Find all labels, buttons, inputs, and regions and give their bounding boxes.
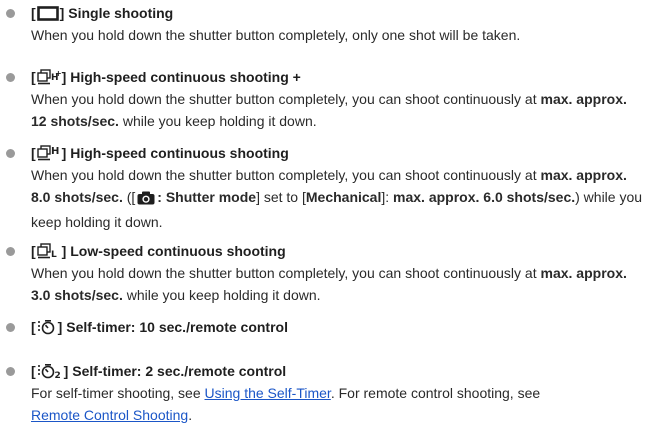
item-description: When you hold down the shutter button co… <box>31 167 643 230</box>
item-description: When you hold down the shutter button co… <box>31 265 627 303</box>
item-title-text: High-speed continuous shooting <box>70 145 289 161</box>
svg-text:H: H <box>51 146 59 157</box>
bullet <box>6 367 15 376</box>
item-description: When you hold down the shutter button co… <box>31 91 627 129</box>
item-title-text: High-speed continuous shooting + <box>70 69 301 85</box>
item-title: [] Self-timer: 10 sec./remote control <box>31 316 288 341</box>
item-title-text: Single shooting <box>68 5 174 21</box>
item-title-text: Self-timer: 10 sec./remote control <box>66 319 288 335</box>
link-remote-control-shooting[interactable]: Remote Control Shooting <box>31 407 188 423</box>
bullet <box>6 149 15 158</box>
item-title-text: Low-speed continuous shooting <box>70 243 286 259</box>
self-timer-10-icon <box>37 319 57 341</box>
item-title-text: Self-timer: 2 sec./remote control <box>72 363 287 379</box>
bullet <box>6 73 15 82</box>
camera-icon <box>137 189 155 211</box>
link-using-the-self-timer[interactable]: Using the Self-Timer <box>205 385 331 401</box>
svg-text:2: 2 <box>54 371 60 379</box>
item-description: When you hold down the shutter button co… <box>31 27 521 43</box>
svg-text:+: + <box>55 69 61 78</box>
item-description: For self-timer shooting, see Using the S… <box>31 385 541 423</box>
bullet <box>6 323 15 332</box>
bullet <box>6 247 15 256</box>
svg-text:L: L <box>51 250 57 259</box>
drive-mode-list: [] Single shooting When you hold down th… <box>0 0 653 425</box>
bullet <box>6 9 15 18</box>
